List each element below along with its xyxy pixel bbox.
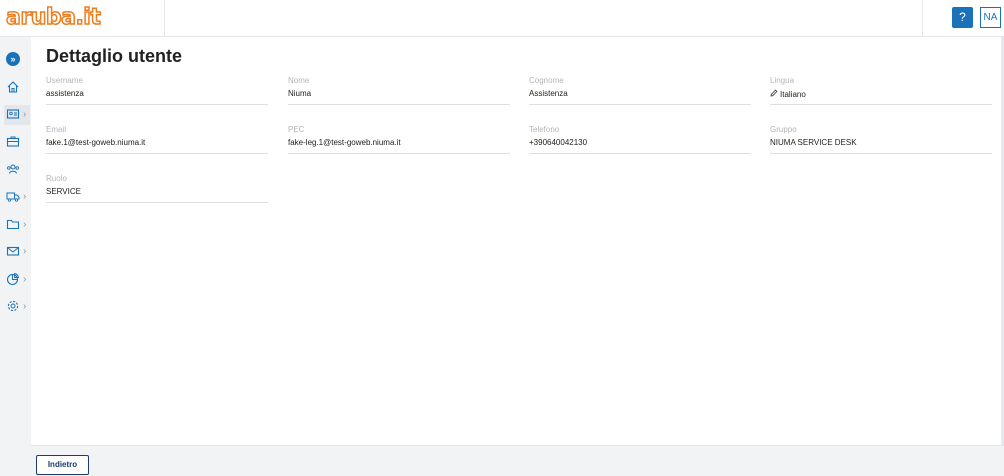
lingua-field[interactable]: Lingua Italiano bbox=[770, 76, 992, 105]
sidebar-item-reports[interactable]: › bbox=[4, 270, 30, 290]
field-value: assistenza bbox=[46, 89, 84, 98]
truck-icon bbox=[6, 192, 20, 202]
sidebar: » › › › › › › bbox=[0, 37, 31, 476]
field-value: +390640042130 bbox=[529, 138, 588, 147]
field-value: fake.1@test-goweb.niuma.it bbox=[46, 138, 146, 147]
field-label: Email bbox=[46, 125, 67, 134]
chevron-right-icon: › bbox=[23, 191, 27, 202]
id-card-icon bbox=[6, 109, 20, 119]
divider bbox=[922, 0, 923, 37]
field-value: fake-leg.1@test-goweb.niuma.it bbox=[288, 138, 401, 147]
home-icon bbox=[7, 81, 19, 93]
sidebar-item-mail[interactable]: › bbox=[4, 242, 30, 262]
email-field: Email fake.1@test-goweb.niuma.it bbox=[46, 125, 268, 154]
field-value: SERVICE bbox=[46, 187, 81, 196]
sidebar-item-home[interactable] bbox=[4, 78, 30, 98]
mail-icon bbox=[6, 246, 20, 256]
logo-area: aruba.it bbox=[0, 0, 165, 37]
nome-field: Nome Niuma bbox=[288, 76, 510, 105]
cognome-field: Cognome Assistenza bbox=[529, 76, 751, 105]
sidebar-item-settings[interactable]: › bbox=[4, 297, 30, 317]
expand-sidebar-icon[interactable]: » bbox=[6, 52, 20, 66]
ruolo-field: Ruolo SERVICE bbox=[46, 174, 268, 203]
gruppo-field: Gruppo NIUMA SERVICE DESK bbox=[770, 125, 992, 154]
sidebar-item-folder[interactable]: › bbox=[4, 215, 30, 235]
back-button[interactable]: Indietro bbox=[36, 455, 89, 475]
briefcase-icon bbox=[6, 136, 20, 147]
telefono-field: Telefono +390640042130 bbox=[529, 125, 751, 154]
user-detail-panel: Dettaglio utente Username assistenza Nom… bbox=[31, 37, 1004, 445]
field-label: PEC bbox=[288, 125, 305, 134]
aruba-logo[interactable]: aruba.it bbox=[5, 4, 101, 31]
user-avatar[interactable]: NA bbox=[980, 7, 1001, 28]
sidebar-item-users[interactable] bbox=[4, 160, 30, 180]
footer-bar: Indietro bbox=[31, 445, 1004, 476]
field-value: NIUMA SERVICE DESK bbox=[770, 138, 857, 147]
chevron-right-icon: › bbox=[23, 109, 27, 120]
chevron-right-icon: › bbox=[23, 219, 27, 230]
sidebar-item-id-card[interactable]: › bbox=[4, 105, 30, 125]
gear-icon bbox=[7, 300, 19, 312]
username-field: Username assistenza bbox=[46, 76, 268, 105]
field-label: Lingua bbox=[770, 76, 795, 85]
help-button[interactable]: ? bbox=[952, 7, 973, 28]
pie-chart-icon bbox=[6, 272, 20, 286]
chevron-right-icon: › bbox=[23, 301, 27, 312]
page-title: Dettaglio utente bbox=[46, 46, 183, 66]
field-label: Telefono bbox=[529, 125, 560, 134]
field-label: Cognome bbox=[529, 76, 564, 85]
field-value: Assistenza bbox=[529, 89, 568, 98]
pec-field: PEC fake-leg.1@test-goweb.niuma.it bbox=[288, 125, 510, 154]
field-label: Ruolo bbox=[46, 174, 67, 183]
field-label: Username bbox=[46, 76, 83, 85]
top-bar: aruba.it ? NA bbox=[0, 0, 1004, 37]
sidebar-item-briefcase[interactable] bbox=[4, 132, 30, 152]
lingua-value: Italiano bbox=[780, 90, 806, 99]
chevron-right-icon: › bbox=[23, 274, 27, 285]
folder-icon bbox=[6, 219, 20, 230]
field-label: Gruppo bbox=[770, 125, 797, 134]
field-value[interactable]: Italiano bbox=[770, 89, 806, 99]
field-value: Niuma bbox=[288, 89, 312, 98]
field-label: Nome bbox=[288, 76, 310, 85]
pencil-icon[interactable] bbox=[770, 89, 778, 97]
chevron-right-icon: › bbox=[23, 246, 27, 257]
users-icon bbox=[7, 164, 19, 174]
sidebar-item-truck[interactable]: › bbox=[4, 187, 30, 207]
